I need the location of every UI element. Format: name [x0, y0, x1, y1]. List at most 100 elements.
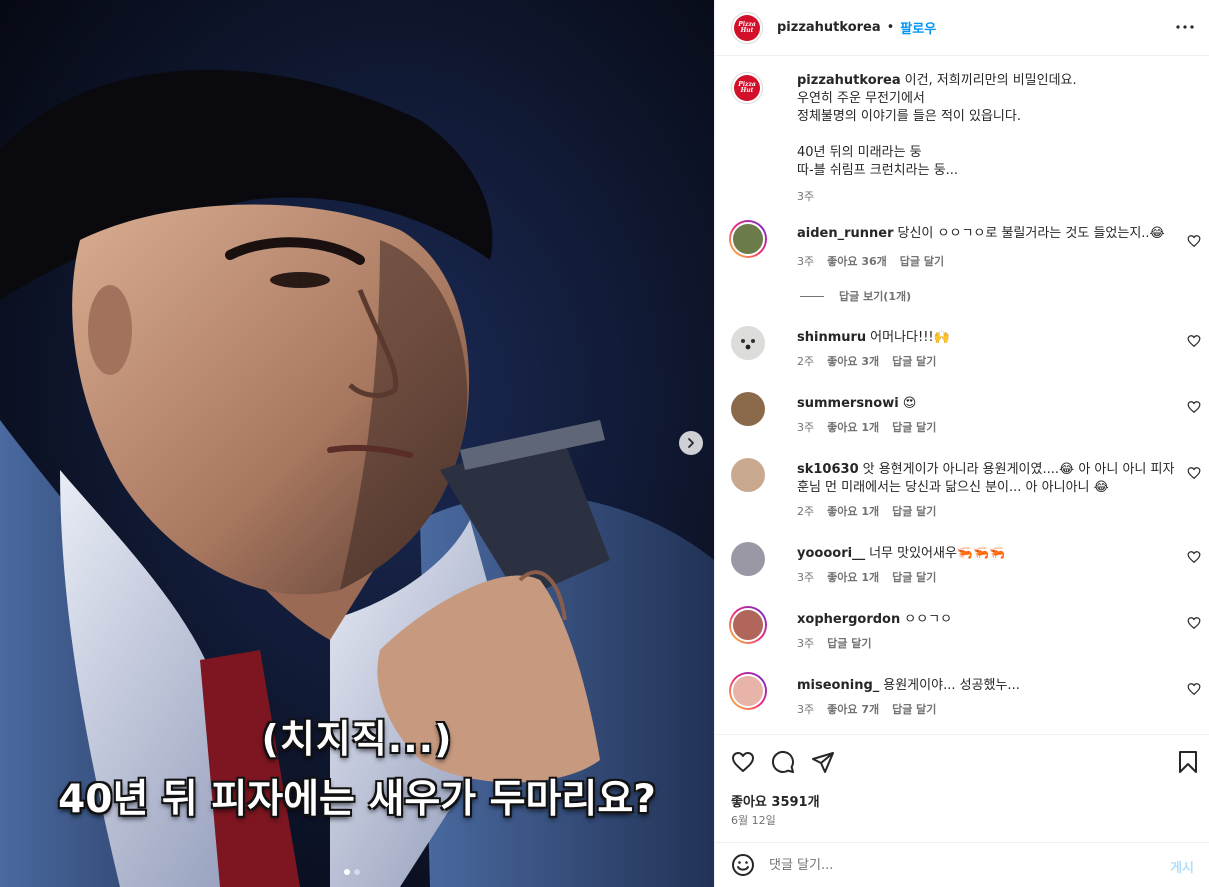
comment-age[interactable]: 3주	[797, 253, 814, 269]
post-side-panel: Pizza Hut pizzahutkorea • 팔로우 Pizza Hut …	[714, 0, 1209, 887]
comment-icon[interactable]	[771, 750, 795, 774]
commenter-avatar[interactable]	[729, 220, 767, 258]
comment-username[interactable]: yoooori__	[797, 546, 865, 561]
commenter-avatar[interactable]	[731, 326, 765, 360]
comment-input[interactable]	[769, 854, 1149, 876]
caption-meta: 3주	[797, 188, 814, 204]
commenter-avatar[interactable]	[729, 672, 767, 710]
commenter-avatar[interactable]	[731, 542, 765, 576]
comment-likes[interactable]: 좋아요 36개	[827, 253, 887, 269]
comment-meta: 2주 좋아요 3개 답글 달기	[797, 353, 936, 369]
like-comment-icon[interactable]	[1187, 234, 1201, 248]
comment-likes[interactable]: 좋아요 1개	[827, 503, 879, 519]
reply-button[interactable]: 답글 달기	[892, 353, 936, 369]
dog-avatar-image	[731, 326, 765, 360]
comment-username[interactable]: shinmuru	[797, 330, 866, 345]
comment-username[interactable]: xophergordon	[797, 612, 900, 627]
author-avatar[interactable]: Pizza Hut	[731, 11, 763, 44]
comment-item: sk10630 앗 용현게이가 아니라 용원게이였....😂 아 아니 아니 피자…	[731, 458, 1201, 532]
comment-likes[interactable]: 좋아요 1개	[827, 569, 879, 585]
comment-text: yoooori__ 너무 맛있어새우🦐🦐🦐	[797, 545, 1187, 563]
comment-age[interactable]: 2주	[797, 503, 814, 519]
next-slide-button[interactable]	[679, 431, 703, 455]
comment-body: ㅇㅇㄱㅇ	[904, 612, 953, 627]
reply-button[interactable]: 답글 달기	[827, 635, 871, 651]
like-comment-icon[interactable]	[1187, 616, 1201, 630]
likes-count[interactable]: 좋아요 3591개	[731, 791, 820, 810]
comment-meta: 3주 좋아요 1개 답글 달기	[797, 419, 936, 435]
save-icon[interactable]	[1176, 750, 1200, 774]
reply-button[interactable]: 답글 달기	[892, 503, 936, 519]
commenter-avatar[interactable]	[731, 458, 765, 492]
like-comment-icon[interactable]	[1187, 682, 1201, 696]
comment-composer: 게시	[715, 842, 1209, 887]
reply-button[interactable]: 답글 달기	[892, 419, 936, 435]
media-overlay-text-top: (치지직...)	[261, 717, 453, 761]
comments-list[interactable]: Pizza Hut pizzahutkorea 이건, 저희끼리만의 비밀인데요.…	[715, 56, 1209, 734]
reply-button[interactable]: 답글 달기	[900, 253, 944, 269]
commenter-avatar[interactable]	[729, 606, 767, 644]
like-comment-icon[interactable]	[1187, 334, 1201, 348]
comment-age[interactable]: 3주	[797, 419, 814, 435]
post-comment-button[interactable]: 게시	[1170, 857, 1194, 876]
caption-text: pizzahutkorea 이건, 저희끼리만의 비밀인데요. 우연히 주운 무전…	[797, 72, 1187, 180]
comment-age[interactable]: 3주	[797, 635, 814, 651]
like-comment-icon[interactable]	[1187, 550, 1201, 564]
comment-username[interactable]: sk10630	[797, 462, 859, 477]
comment-text: xophergordon ㅇㅇㄱㅇ	[797, 611, 1187, 629]
view-replies-line	[800, 295, 824, 297]
like-comment-icon[interactable]	[1187, 466, 1201, 480]
post-date[interactable]: 6월 12일	[731, 812, 776, 828]
reply-button[interactable]: 답글 달기	[892, 701, 936, 717]
comment-item: summersnowi 😍 3주 좋아요 1개 답글 달기	[731, 392, 1201, 448]
comment-text: summersnowi 😍	[797, 395, 1187, 413]
comment-age[interactable]: 3주	[797, 569, 814, 585]
comment-likes[interactable]: 좋아요 1개	[827, 419, 879, 435]
heart-icon[interactable]	[731, 750, 755, 774]
carousel-dot	[354, 869, 360, 875]
follow-button[interactable]: 팔로우	[900, 18, 936, 37]
comment-meta: 3주 좋아요 7개 답글 달기	[797, 701, 936, 717]
caption-line: 우연히 주운 무전기에서	[797, 91, 925, 106]
comment-meta: 3주 좋아요 1개 답글 달기	[797, 569, 936, 585]
logo-text-2: Hut	[740, 26, 754, 34]
comment-body: 😍	[902, 396, 917, 411]
comment-text: sk10630 앗 용현게이가 아니라 용원게이였....😂 아 아니 아니 피자…	[797, 461, 1187, 497]
post-dialog: (치지직...) 40년 뒤 피자에는 새우가 두마리요? Pizza Hut	[0, 0, 1209, 887]
comment-body: 용원게이야... 성공했누...	[883, 678, 1020, 693]
comment-item: xophergordon ㅇㅇㄱㅇ 3주 답글 달기	[729, 606, 1201, 664]
comment-username[interactable]: miseoning_	[797, 678, 879, 693]
author-avatar[interactable]: Pizza Hut	[731, 72, 763, 104]
view-replies-label: 답글 보기(1개)	[839, 290, 912, 303]
comment-username[interactable]: aiden_runner	[797, 226, 894, 241]
comment-item: aiden_runner 당신이 ㅇㅇㄱㅇ로 불릴거라는 것도 들었는지..😂 3…	[729, 220, 1201, 312]
comment-likes[interactable]: 좋아요 3개	[827, 353, 879, 369]
comment-meta: 3주 좋아요 36개 답글 달기	[797, 253, 944, 269]
comment-meta: 3주 답글 달기	[797, 635, 871, 651]
view-replies-button[interactable]: 답글 보기(1개)	[800, 288, 911, 304]
author-username[interactable]: pizzahutkorea	[777, 20, 881, 35]
comment-age[interactable]: 3주	[797, 701, 814, 717]
caption-username[interactable]: pizzahutkorea	[797, 73, 901, 88]
more-options-button[interactable]	[1174, 16, 1196, 38]
commenter-avatar[interactable]	[731, 392, 765, 426]
emoji-icon[interactable]	[731, 853, 755, 877]
post-media[interactable]: (치지직...) 40년 뒤 피자에는 새우가 두마리요?	[0, 0, 714, 887]
comment-meta: 2주 좋아요 1개 답글 달기	[797, 503, 936, 519]
share-icon[interactable]	[811, 750, 835, 774]
like-comment-icon[interactable]	[1187, 400, 1201, 414]
caption-age[interactable]: 3주	[797, 188, 814, 204]
media-overlay-text-bottom: 40년 뒤 피자에는 새우가 두마리요?	[58, 777, 656, 822]
comment-likes[interactable]: 좋아요 7개	[827, 701, 879, 717]
caption-line: 이건, 저희끼리만의 비밀인데요.	[904, 73, 1077, 88]
comment-text: shinmuru 어머나다!!!🙌	[797, 329, 1187, 347]
comment-age[interactable]: 2주	[797, 353, 814, 369]
reply-button[interactable]: 답글 달기	[892, 569, 936, 585]
post-caption: Pizza Hut pizzahutkorea 이건, 저희끼리만의 비밀인데요.…	[731, 72, 1201, 222]
more-options-icon	[1176, 25, 1194, 29]
logo-text-2: Hut	[740, 87, 754, 94]
comment-text: miseoning_ 용원게이야... 성공했누...	[797, 677, 1187, 695]
comment-username[interactable]: summersnowi	[797, 396, 899, 411]
comment-item: miseoning_ 용원게이야... 성공했누... 3주 좋아요 7개 답글 …	[729, 672, 1201, 730]
comment-body: 어머나다!!!🙌	[870, 330, 950, 345]
